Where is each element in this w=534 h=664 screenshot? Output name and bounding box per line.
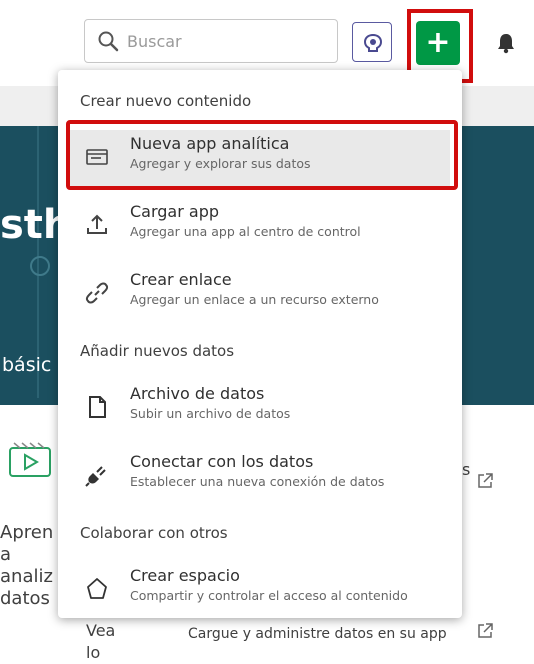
menu-item-title: Conectar con los datos (130, 452, 314, 471)
link-icon (84, 280, 110, 306)
section-title-create: Crear nuevo contenido (80, 92, 252, 110)
section-title-collaborate: Colaborar con otros (80, 524, 228, 542)
menu-item-create-link[interactable]: Crear enlace Agregar un enlace a un recu… (70, 266, 450, 322)
menu-item-connect-data[interactable]: Conectar con los datos Establecer una nu… (70, 448, 450, 504)
external-link-icon[interactable] (476, 622, 494, 644)
hero-decoration-dot (30, 256, 50, 276)
search-icon (97, 30, 119, 52)
menu-item-subtitle: Agregar una app al centro de control (130, 224, 361, 239)
menu-item-title: Crear enlace (130, 270, 232, 289)
learning-card-title: Apren a analiz datos (0, 522, 54, 609)
menu-item-upload-app[interactable]: Cargar app Agregar una app al centro de … (70, 198, 450, 254)
file-icon (84, 394, 110, 420)
search-field[interactable]: Buscar (84, 19, 338, 63)
hero-link-fragment[interactable]: básic (2, 354, 51, 376)
insight-advisor-icon (363, 33, 383, 52)
video-play-icon (8, 440, 54, 484)
search-placeholder: Buscar (127, 32, 182, 51)
insight-advisor-button[interactable] (352, 22, 392, 62)
external-link-icon[interactable] (476, 472, 494, 494)
highlight-box-new-app (66, 120, 458, 190)
upload-icon (84, 212, 110, 238)
menu-item-subtitle: Subir un archivo de datos (130, 406, 291, 421)
learning-card-link[interactable]: Vea lo (86, 620, 115, 664)
resource-title-fragment: s (462, 460, 471, 479)
menu-item-create-space[interactable]: Crear espacio Compartir y controlar el a… (70, 562, 450, 618)
plug-icon (84, 462, 110, 488)
menu-item-subtitle: Compartir y controlar el acceso al conte… (130, 588, 408, 603)
resource-description: Cargue y administre datos en su app (188, 626, 447, 642)
notifications-bell-icon[interactable] (496, 32, 516, 58)
menu-item-title: Cargar app (130, 202, 220, 221)
menu-item-title: Archivo de datos (130, 384, 265, 403)
menu-item-subtitle: Agregar un enlace a un recurso externo (130, 292, 379, 307)
space-icon (84, 576, 110, 602)
menu-item-data-file[interactable]: Archivo de datos Subir un archivo de dat… (70, 380, 450, 436)
section-title-add-data: Añadir nuevos datos (80, 342, 235, 360)
menu-item-title: Crear espacio (130, 566, 240, 585)
menu-item-subtitle: Establecer una nueva conexión de datos (130, 474, 385, 489)
